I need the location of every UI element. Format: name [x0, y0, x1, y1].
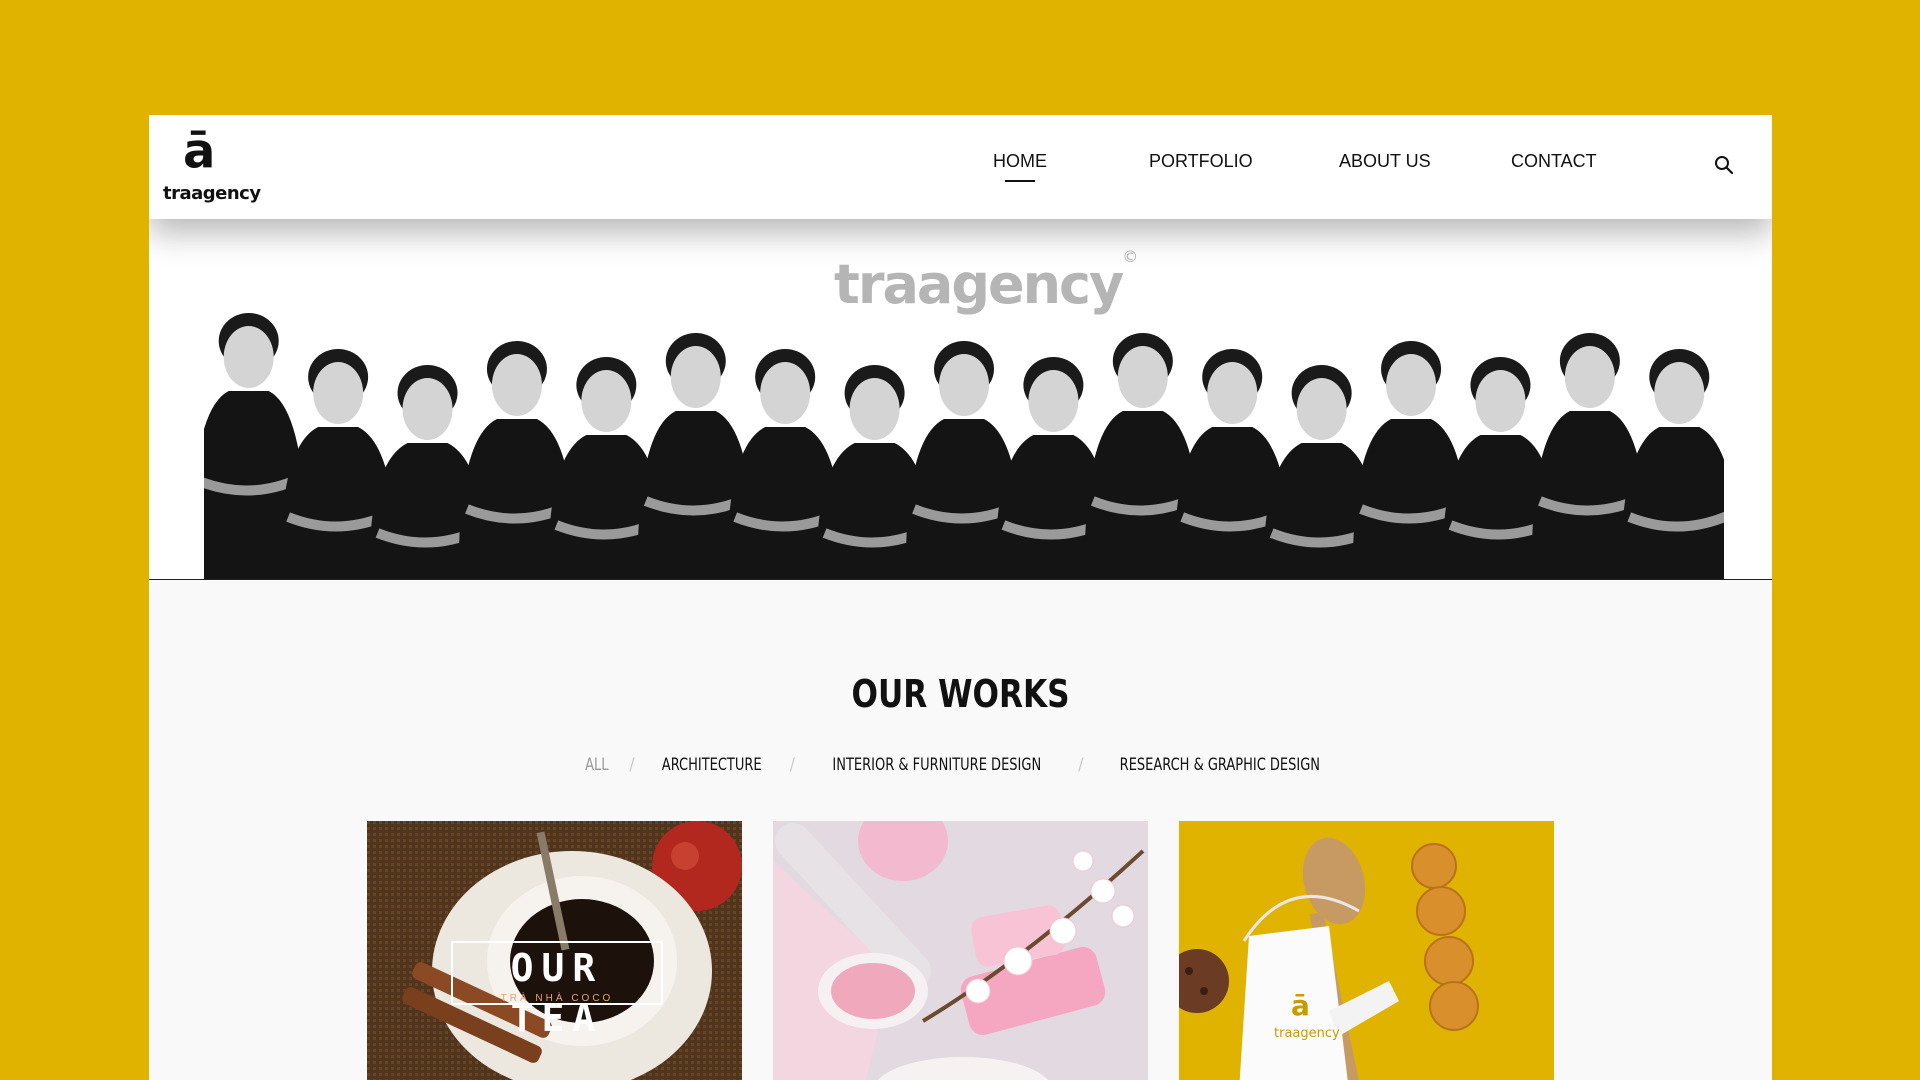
filter-separator: /	[1078, 755, 1084, 775]
logo-wordmark: traagency	[163, 183, 261, 204]
filter-separator: /	[629, 755, 635, 775]
filter-all[interactable]: ALL	[585, 755, 608, 775]
copyright-mark: ©	[1122, 247, 1139, 266]
hero-wordmark: traagency ©	[834, 247, 1138, 316]
spa-image	[773, 821, 1148, 1080]
site-logo[interactable]: ā traagency	[163, 123, 261, 213]
nav-contact[interactable]: CONTACT	[1511, 151, 1597, 172]
work-card-spa[interactable]	[773, 821, 1148, 1080]
nav-home[interactable]: HOME	[993, 151, 1047, 182]
tea-label: OUR TEA TRÀ NHÀ COCO	[451, 941, 663, 1040]
team-photo	[204, 313, 1724, 579]
works-filters: ALL / ARCHITECTURE / INTERIOR & FURNITUR…	[149, 755, 1772, 775]
packaging-logo-text: traagency	[1274, 1026, 1340, 1041]
nav-portfolio[interactable]: PORTFOLIO	[1149, 151, 1253, 172]
packaging-image	[1179, 821, 1554, 1080]
nav-about-us[interactable]: ABOUT US	[1339, 151, 1431, 172]
tea-subtitle: TRÀ NHÀ COCO	[500, 993, 614, 1004]
packaging-logo-glyph: ā	[1291, 989, 1310, 1022]
work-card-packaging[interactable]: ā traagency	[1179, 821, 1554, 1080]
hero-wordmark-text: traagency	[834, 253, 1124, 316]
filter-separator: /	[789, 755, 795, 775]
logo-glyph: ā	[183, 123, 216, 179]
work-card-tea[interactable]: OUR TEA TRÀ NHÀ COCO	[367, 821, 742, 1080]
site-header: ā traagency HOME PORTFOLIO ABOUT US CONT…	[149, 115, 1772, 219]
search-icon[interactable]	[1712, 153, 1736, 177]
filter-research-graphic[interactable]: RESEARCH & GRAPHIC DESIGN	[1120, 755, 1320, 775]
filter-interior-furniture[interactable]: INTERIOR & FURNITURE DESIGN	[832, 755, 1041, 775]
filter-architecture[interactable]: ARCHITECTURE	[662, 755, 762, 775]
team-member	[1621, 349, 1724, 579]
works-title: OUR WORKS	[851, 672, 1070, 716]
browser-window: ā traagency HOME PORTFOLIO ABOUT US CONT…	[149, 115, 1772, 1080]
hero-banner: traagency ©	[149, 219, 1772, 580]
